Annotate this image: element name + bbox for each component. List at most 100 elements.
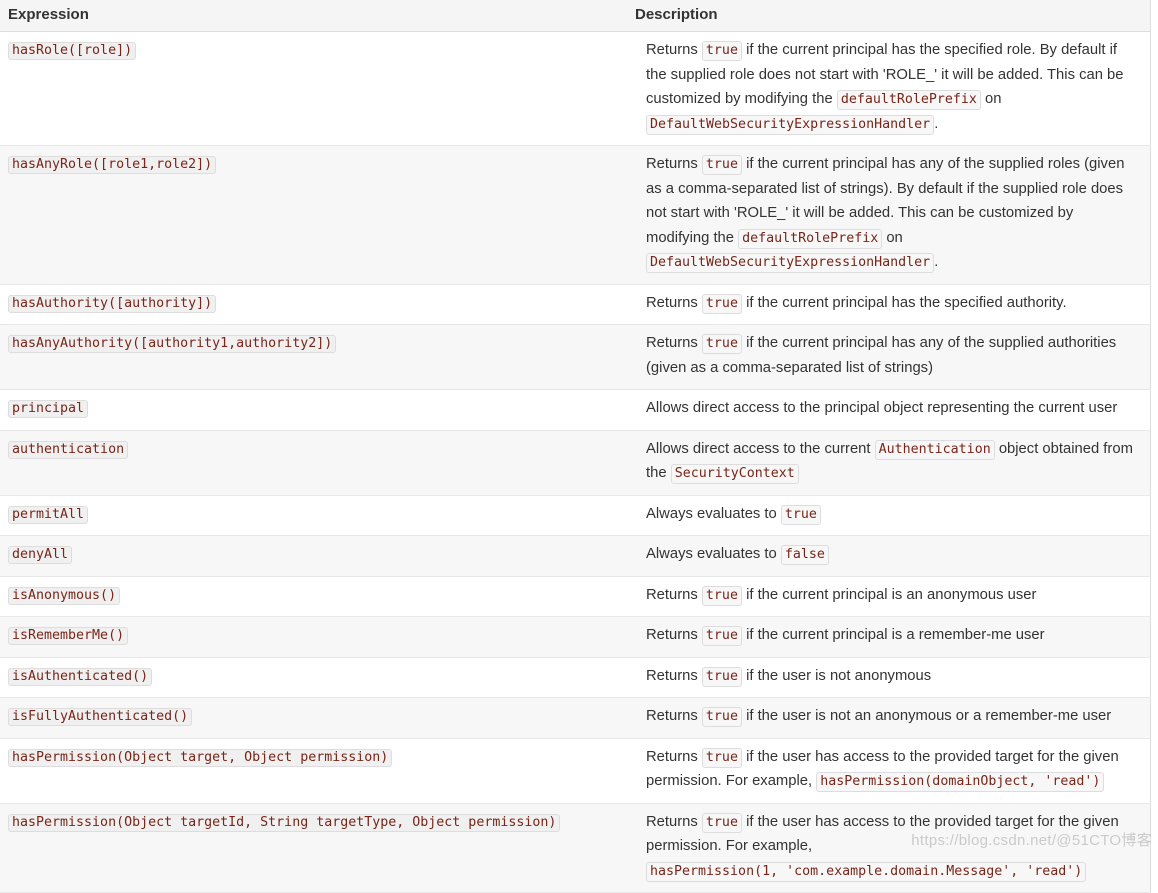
expression-code: permitAll — [8, 505, 89, 524]
description-text: Returns — [646, 586, 702, 603]
description-text: Allows direct access to the current — [646, 440, 875, 457]
expression-cell: hasAnyAuthority([authority1,authority2]) — [0, 324, 627, 390]
description-cell: Allows direct access to the principal ob… — [627, 389, 1150, 431]
inline-code: false — [780, 545, 829, 565]
table-row: hasPermission(Object targetId, String ta… — [0, 803, 1150, 893]
expression-cell: hasRole([role]) — [0, 31, 627, 146]
inline-code: true — [701, 707, 742, 727]
description-cell: Returns true if the current principal ha… — [627, 324, 1150, 390]
expression-cell: isFullyAuthenticated() — [0, 697, 627, 739]
description-cell: Returns true if the user is not an anony… — [627, 697, 1150, 739]
description-text: Returns — [646, 294, 702, 311]
description-cell: Allows direct access to the current Auth… — [627, 430, 1150, 496]
table-row: authentication Allows direct access to th… — [0, 430, 1150, 496]
table-row: principal Allows direct access to the pri… — [0, 389, 1150, 431]
inline-code: DefaultWebSecurityExpressionHandler — [646, 253, 935, 273]
inline-code: hasPermission(domainObject, 'read') — [816, 772, 1105, 792]
expression-reference-table: Expression Description hasRole([role]) Re… — [0, 0, 1151, 893]
inline-code: defaultRolePrefix — [738, 228, 883, 249]
table-row: isAuthenticated() Returns true if the use… — [0, 657, 1150, 698]
table-row: isRememberMe() Returns true if the curren… — [0, 616, 1150, 658]
description-cell: Returns true if the user has access to t… — [627, 803, 1150, 893]
expression-code: isAuthenticated() — [8, 667, 153, 686]
description-text: if the current principal is an anonymous… — [741, 586, 1037, 603]
description-text: Always evaluates to — [646, 546, 781, 562]
expression-cell: hasPermission(Object target, Object perm… — [0, 738, 627, 804]
expression-code: principal — [8, 400, 89, 419]
expression-cell: isAnonymous() — [0, 576, 627, 617]
expression-cell: hasPermission(Object targetId, String ta… — [0, 803, 627, 893]
inline-code: SecurityContext — [670, 464, 799, 484]
description-text: if the user is not anonymous — [741, 667, 932, 684]
description-text: Returns — [646, 335, 702, 351]
expression-cell: hasAuthority([authority]) — [0, 284, 627, 325]
inline-code: DefaultWebSecurityExpressionHandler — [646, 114, 935, 135]
description-cell: Returns true if the current principal is… — [627, 576, 1150, 617]
description-cell: Returns true if the user has access to t… — [627, 738, 1150, 804]
description-text: if the current principal is a remember-m… — [741, 627, 1045, 643]
table-row: permitAll Always evaluates to true — [0, 495, 1150, 536]
expression-cell: isRememberMe() — [0, 616, 627, 658]
description-cell: Returns true if the current principal ha… — [627, 31, 1150, 146]
column-header-description: Description — [627, 0, 1150, 32]
table-row: hasAuthority([authority]) Returns true if… — [0, 284, 1150, 325]
table-row: hasAnyRole([role1,role2]) Returns true if… — [0, 145, 1150, 285]
inline-code: Authentication — [874, 439, 995, 460]
description-cell: Returns true if the current principal ha… — [627, 284, 1150, 325]
expression-code: denyAll — [8, 546, 73, 565]
table-body: hasRole([role]) Returns true if the curre… — [0, 31, 1150, 893]
inline-code: true — [701, 41, 742, 61]
description-cell: Returns true if the current principal ha… — [627, 145, 1150, 285]
expression-cell: hasAnyRole([role1,role2]) — [0, 145, 627, 285]
inline-code: true — [701, 585, 742, 606]
inline-code: hasPermission(1, 'com.example.domain.Mes… — [646, 861, 1087, 882]
inline-code: true — [701, 155, 742, 175]
inline-code: true — [701, 334, 742, 354]
expression-code: authentication — [8, 440, 129, 459]
expression-code: hasPermission(Object targetId, String ta… — [8, 813, 561, 832]
expression-cell: authentication — [0, 430, 627, 496]
description-text: Allows direct access to the principal ob… — [646, 400, 1118, 416]
description-text: Returns — [646, 667, 702, 684]
description-text: . — [934, 254, 939, 270]
expression-cell: denyAll — [0, 535, 627, 577]
description-cell: Returns true if the user is not anonymou… — [627, 657, 1150, 698]
inline-code: true — [780, 504, 821, 525]
description-text: Returns — [646, 156, 702, 172]
description-text: if the user is not an anonymous or a rem… — [741, 708, 1112, 724]
description-text: Returns — [646, 42, 702, 58]
table-row: hasPermission(Object target, Object perm… — [0, 738, 1150, 804]
description-text: on — [980, 91, 1002, 107]
expression-cell: principal — [0, 389, 627, 431]
table-header-row: Expression Description — [0, 0, 1150, 32]
expression-code: isAnonymous() — [8, 586, 121, 605]
column-header-expression: Expression — [0, 0, 627, 32]
description-cell: Always evaluates to false — [627, 535, 1150, 577]
description-cell: Returns true if the current principal is… — [627, 616, 1150, 658]
table-row: denyAll Always evaluates to false — [0, 535, 1150, 577]
expression-code: hasAnyRole([role1,role2]) — [8, 156, 217, 175]
description-text: if the current principal has the specifi… — [741, 294, 1067, 311]
table-row: isAnonymous() Returns true if the current… — [0, 576, 1150, 617]
description-text: Always evaluates to — [646, 505, 781, 522]
table-row: hasRole([role]) Returns true if the curre… — [0, 31, 1150, 146]
table-row: isFullyAuthenticated() Returns true if th… — [0, 697, 1150, 739]
description-text: Returns — [646, 813, 702, 830]
expression-code: hasPermission(Object target, Object perm… — [8, 748, 393, 767]
expression-code: isRememberMe() — [8, 627, 129, 646]
expression-cell: isAuthenticated() — [0, 657, 627, 698]
description-text: Returns — [646, 627, 702, 643]
inline-code: defaultRolePrefix — [836, 90, 981, 110]
description-text: Returns — [646, 748, 702, 765]
description-text: on — [882, 229, 903, 246]
expression-code: hasAuthority([authority]) — [8, 294, 217, 313]
inline-code: true — [701, 747, 742, 768]
description-text: . — [934, 115, 939, 132]
expression-code: hasRole([role]) — [8, 42, 137, 61]
description-text: Returns — [646, 708, 702, 724]
inline-code: true — [701, 666, 742, 687]
table-row: hasAnyAuthority([authority1,authority2])… — [0, 324, 1150, 390]
table-header: Expression Description — [0, 0, 1150, 32]
expression-code: hasAnyAuthority([authority1,authority2]) — [8, 335, 337, 354]
inline-code: true — [701, 626, 742, 646]
